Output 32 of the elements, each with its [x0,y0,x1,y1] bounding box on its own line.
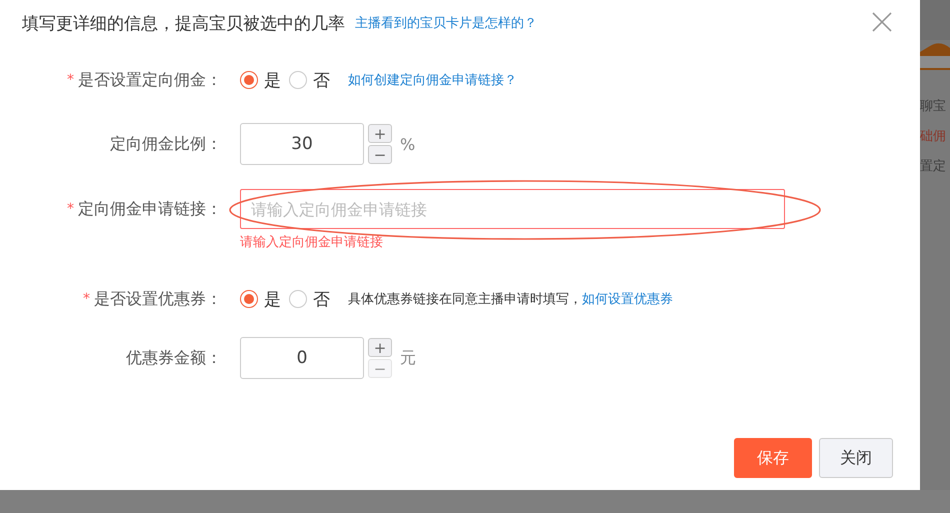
hint-text: 具体优惠券链接在同意主播申请时填写， [348,291,582,308]
field-label: 是否设置优惠券： [94,288,222,310]
decrement-button[interactable]: − [368,145,392,164]
help-link[interactable]: 主播看到的宝贝卡片是怎样的？ [355,14,537,32]
dialog-title: 填写更详细的信息，提高宝贝被选中的几率 [22,12,345,34]
field-label: 定向佣金申请链接： [78,198,222,220]
background-text: 础佣 [920,128,947,146]
help-link[interactable]: 如何设置优惠券 [582,290,673,308]
field-label: 定向佣金比例： [110,134,222,154]
radio-option[interactable]: 否 [289,288,330,310]
link-input-field[interactable]: 请输入定向佣金申请链接 [240,189,785,229]
error-message: 请输入定向佣金申请链接 [240,234,384,251]
required-asterisk: * [67,201,74,217]
radio-option[interactable]: 是 [240,288,281,310]
increment-button[interactable]: + [368,338,392,357]
increment-button[interactable]: + [368,124,392,143]
field-label: 是否设置定向佣金： [78,70,222,90]
number-field[interactable]: 30 [240,123,364,165]
required-asterisk: * [83,291,90,307]
save-button[interactable]: 保存 [734,438,812,478]
radio-option[interactable]: 否 [289,68,330,92]
number-field[interactable]: 0 [240,337,364,379]
required-asterisk: * [67,72,74,88]
background-text: 置定 [920,158,947,176]
background-text: 聊宝 [920,98,947,116]
unit-label: 元 [400,348,416,368]
close-icon[interactable] [870,10,894,34]
help-link[interactable]: 如何创建定向佣金申请链接？ [348,71,517,89]
unit-label: % [400,134,416,154]
close-button[interactable]: 关闭 [819,438,893,478]
radio-option[interactable]: 是 [240,68,281,92]
field-label: 优惠券金额： [126,348,222,368]
